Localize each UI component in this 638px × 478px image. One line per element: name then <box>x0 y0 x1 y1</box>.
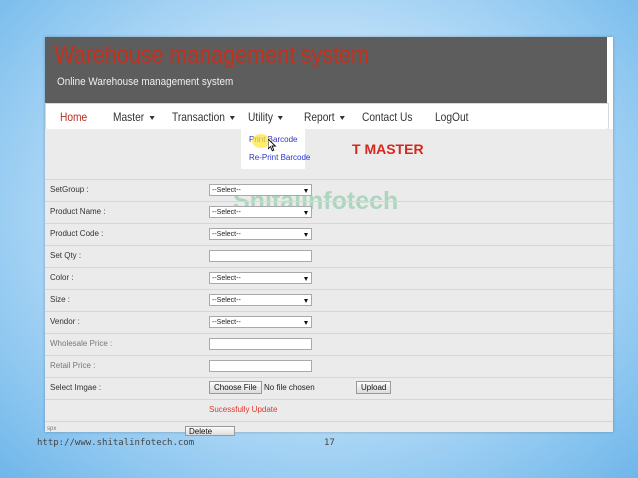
dropdown-arrow-icon <box>304 211 308 215</box>
form-row-select-image: Select Imgae : Choose File No file chose… <box>45 377 613 399</box>
color-select[interactable]: --Select-- <box>209 272 312 284</box>
form-row-setgroup: SetGroup : --Select-- <box>45 179 613 201</box>
form-row-retail-price: Retail Price : <box>45 355 613 377</box>
nav-report[interactable]: Report <box>304 110 345 124</box>
product-name-label: Product Name : <box>50 207 106 216</box>
nav-contact-us[interactable]: Contact Us <box>362 110 412 124</box>
upload-button[interactable]: Upload <box>356 381 392 394</box>
product-code-label: Product Code : <box>50 229 104 238</box>
form-row-product-code: Product Code : --Select-- <box>45 223 613 245</box>
dropdown-arrow-icon <box>304 189 308 193</box>
mouse-pointer-icon <box>268 139 277 152</box>
form-row-actions: spx Delete <box>45 421 613 436</box>
chevron-down-icon <box>230 115 236 120</box>
dropdown-arrow-icon <box>304 321 308 325</box>
chevron-down-icon <box>339 115 345 120</box>
set-qty-label: Set Qty : <box>50 251 82 260</box>
product-code-value: --Select-- <box>212 231 241 238</box>
color-label: Color : <box>50 273 74 282</box>
nav-utility[interactable]: Utility <box>248 110 284 124</box>
form-row-wholesale-price: Wholesale Price : <box>45 333 613 355</box>
slide: Warehouse management system Online Wareh… <box>45 37 613 436</box>
wholesale-price-input[interactable] <box>209 338 312 350</box>
app-subtitle: Online Warehouse management system <box>57 76 234 88</box>
choose-file-button[interactable]: Choose File <box>209 381 262 394</box>
retail-price-input[interactable] <box>209 360 312 372</box>
nav-transaction[interactable]: Transaction <box>172 110 236 124</box>
form-row-vendor: Vendor : --Select-- <box>45 311 613 333</box>
setgroup-select[interactable]: --Select-- <box>209 184 312 196</box>
dropdown-arrow-icon <box>304 299 308 303</box>
wholesale-price-label: Wholesale Price : <box>50 339 113 348</box>
retail-price-label: Retail Price : <box>50 361 96 370</box>
product-code-select[interactable]: --Select-- <box>209 228 312 240</box>
nav-master-label: Master <box>113 110 145 124</box>
page-title: T MASTER <box>352 141 424 157</box>
nav-home[interactable]: Home <box>60 110 87 124</box>
vendor-value: --Select-- <box>212 319 241 326</box>
form-row-color: Color : --Select-- <box>45 267 613 289</box>
app-title: Warehouse management system <box>54 41 369 69</box>
product-name-select[interactable]: --Select-- <box>209 206 312 218</box>
product-name-value: --Select-- <box>212 209 241 216</box>
chevron-down-icon <box>149 115 155 120</box>
size-value: --Select-- <box>212 297 241 304</box>
size-select[interactable]: --Select-- <box>209 294 312 306</box>
form-row-status: Sucessfully Update <box>45 399 613 421</box>
color-value: --Select-- <box>212 275 241 282</box>
form-row-size: Size : --Select-- <box>45 289 613 311</box>
footer-page-number: 17 <box>324 438 335 448</box>
delete-button[interactable]: Delete <box>185 426 235 436</box>
size-label: Size : <box>50 295 71 304</box>
menu-item-reprint-barcode[interactable]: Re-Print Barcode <box>249 153 310 162</box>
dropdown-arrow-icon <box>304 277 308 281</box>
nav-master[interactable]: Master <box>113 110 155 124</box>
app-header: Warehouse management system Online Wareh… <box>45 37 607 103</box>
nav-logout[interactable]: LogOut <box>435 110 468 124</box>
dropdown-arrow-icon <box>304 233 308 237</box>
nav-transaction-label: Transaction <box>172 110 225 124</box>
vendor-label: Vendor : <box>50 317 80 326</box>
nav-utility-label: Utility <box>248 110 273 124</box>
file-status-text: No file chosen <box>264 383 315 392</box>
setgroup-value: --Select-- <box>212 187 241 194</box>
set-qty-input[interactable] <box>209 250 312 262</box>
select-image-label: Select Imgae : <box>50 383 102 392</box>
form-row-set-qty: Set Qty : <box>45 245 613 267</box>
main-nav: Home Master Transaction Utility Report C… <box>45 103 609 131</box>
setgroup-label: SetGroup : <box>50 185 89 194</box>
nav-report-label: Report <box>304 110 335 124</box>
success-message: Sucessfully Update <box>209 405 278 414</box>
vendor-select[interactable]: --Select-- <box>209 316 312 328</box>
chevron-down-icon <box>278 115 284 120</box>
bottom-stub-text: spx <box>47 426 57 432</box>
form-row-product-name: Product Name : --Select-- <box>45 201 613 223</box>
footer-url: http://www.shitalinfotech.com <box>37 438 195 448</box>
